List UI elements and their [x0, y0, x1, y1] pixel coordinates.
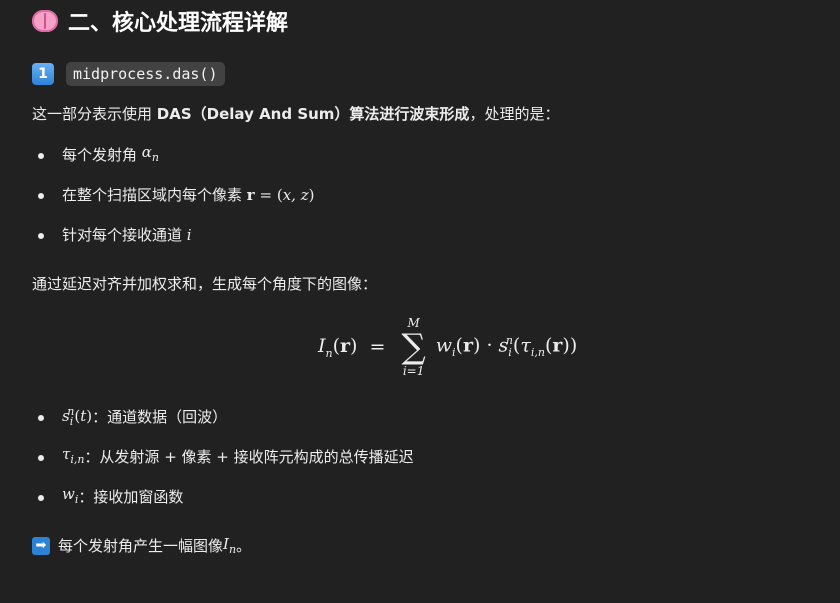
brain-icon	[32, 10, 58, 32]
math-inline: r = (x, z)	[246, 186, 315, 204]
right-arrow-icon: ➡	[32, 536, 50, 555]
bullet-list-2: sin(t) ：通道数据（回波） τi,n ：从发射源 + 像素 + 接收阵元构…	[38, 397, 414, 517]
paragraph-2: 通过延迟对齐并加权求和，生成每个角度下的图像：	[32, 275, 378, 293]
intro-paragraph: 这一部分表示使用 DAS（Delay And Sum）算法进行波束形成，处理的是…	[32, 105, 560, 123]
summation: M ∑ i=1	[401, 316, 426, 378]
sum-lower: i=1	[402, 364, 425, 378]
intro-bold: DAS（Delay And Sum）算法进行波束形成	[156, 105, 470, 123]
math-inline: wi	[62, 485, 79, 506]
function-code: midprocess.das()	[66, 62, 225, 86]
section-title: 二、核心处理流程详解	[68, 11, 289, 36]
subsection-heading: 1 midprocess.das()	[32, 62, 225, 86]
list-item: 每个发射角 αn	[38, 135, 314, 175]
keycap-one-icon: 1	[32, 63, 54, 85]
math-inline: i	[182, 226, 192, 244]
list-item: 在整个扫描区域内每个像素 r = (x, z)	[38, 175, 314, 215]
list-item: sin(t) ：通道数据（回波）	[38, 397, 414, 437]
math-inline: sin(t)	[62, 405, 93, 428]
list-item: wi ：接收加窗函数	[38, 477, 414, 517]
list-item: τi,n ：从发射源 + 像素 + 接收阵元构成的总传播延迟	[38, 437, 414, 477]
section-heading: 二、核心处理流程详解	[32, 6, 288, 36]
math-inline: In	[223, 535, 237, 556]
conclusion: ➡ 每个发射角产生一幅图像 In 。	[32, 535, 251, 556]
das-formula: In(r) = M ∑ i=1 wi(r) · sin(τi,n(r))	[318, 316, 578, 378]
list-item: 针对每个接收通道 i	[38, 215, 314, 255]
math-inline: αn	[137, 143, 160, 164]
bullet-list-1: 每个发射角 αn 在整个扫描区域内每个像素 r = (x, z) 针对每个接收通…	[38, 135, 314, 255]
math-inline: τi,n	[62, 445, 85, 466]
